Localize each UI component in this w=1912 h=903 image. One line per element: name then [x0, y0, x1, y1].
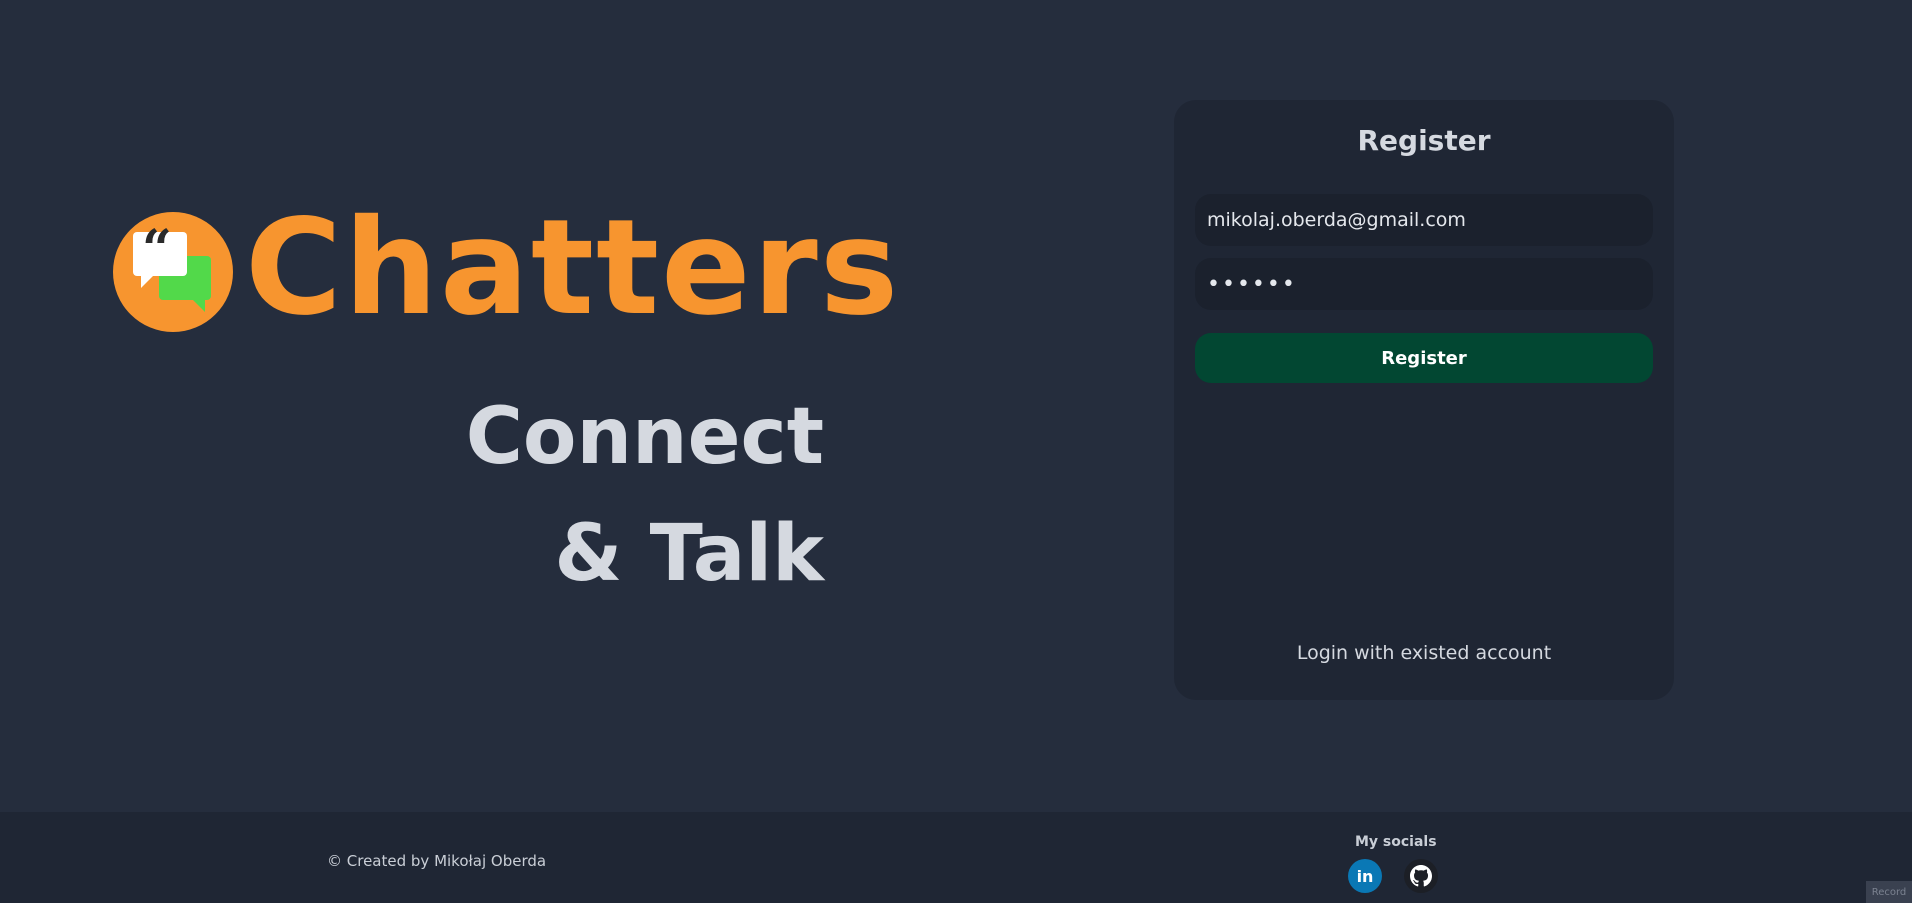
footer-credit: © Created by Mikołaj Oberda: [327, 852, 547, 870]
email-field[interactable]: mikolaj.oberda@gmail.com: [1195, 194, 1653, 246]
login-link[interactable]: Login with existed account: [1174, 642, 1674, 664]
brand-logo: “ Chatters: [113, 202, 900, 334]
github-glyph: [1410, 865, 1432, 887]
github-icon[interactable]: [1404, 859, 1438, 893]
tagline-line2: & Talk: [554, 509, 824, 599]
socials-title: My socials: [1355, 834, 1437, 850]
register-panel: Register mikolaj.oberda@gmail.com ••••••…: [1174, 100, 1674, 700]
quote-icon: “: [142, 219, 172, 280]
hero-section: “ Chatters Connect & Talk: [0, 0, 900, 812]
record-badge[interactable]: Record: [1866, 881, 1912, 903]
password-field[interactable]: ••••••: [1195, 258, 1653, 310]
linkedin-label: in: [1356, 866, 1374, 886]
tagline-line1: Connect: [465, 392, 824, 482]
white-bubble-icon: “: [133, 224, 187, 288]
linkedin-icon[interactable]: in: [1348, 859, 1382, 893]
register-button[interactable]: Register: [1195, 333, 1653, 383]
chat-bubbles-icon: “: [113, 212, 233, 332]
footer: © Created by Mikołaj Oberda My socials i…: [0, 812, 1912, 903]
brand-name: Chatters: [245, 191, 901, 345]
register-title: Register: [1357, 124, 1491, 157]
